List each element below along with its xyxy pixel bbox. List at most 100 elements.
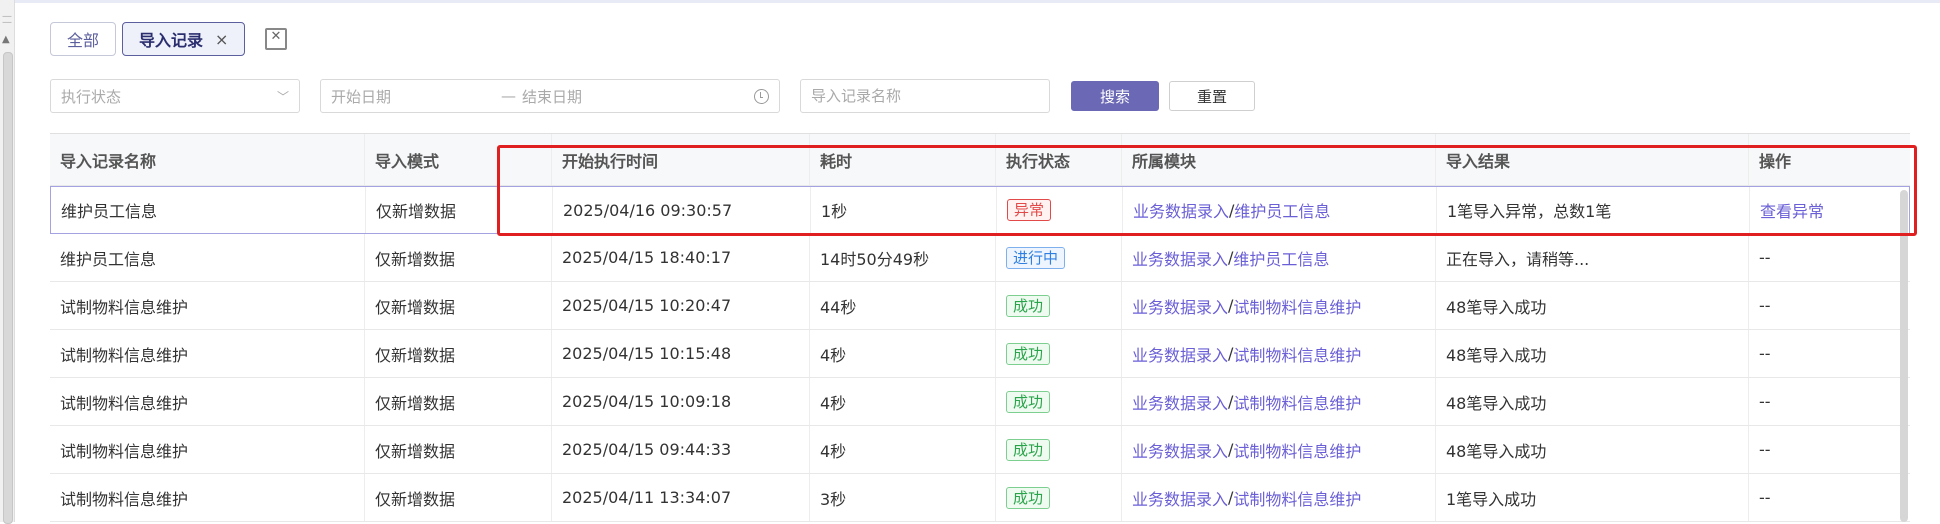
cell-status: 成功: [996, 378, 1122, 425]
start-date-placeholder[interactable]: 开始日期: [331, 86, 391, 107]
tab-all[interactable]: 全部: [50, 22, 117, 56]
cell-mode: 仅新增数据: [365, 426, 552, 473]
module-sub-link[interactable]: 维护员工信息: [1234, 198, 1330, 222]
module-sub-link[interactable]: 试制物料信息维护: [1233, 486, 1361, 510]
cell-status: 成功: [996, 282, 1122, 329]
cell-duration: 3秒: [810, 474, 996, 521]
module-sub-link[interactable]: 试制物料信息维护: [1233, 390, 1361, 414]
menu-lines-icon: — —: [2, 11, 12, 28]
cell-module: 业务数据录入 / 试制物料信息维护: [1122, 426, 1436, 473]
module-sub-link[interactable]: 试制物料信息维护: [1233, 438, 1361, 462]
status-badge: 成功: [1006, 438, 1051, 461]
header-status: 执行状态: [996, 134, 1122, 185]
header-duration: 耗时: [810, 134, 996, 185]
cell-mode: 仅新增数据: [365, 330, 552, 377]
scrollbar-thumb[interactable]: [3, 52, 13, 524]
status-badge: 异常: [1007, 199, 1052, 221]
close-all-tabs-icon[interactable]: [265, 28, 288, 50]
cell-result: 48笔导入成功: [1436, 426, 1749, 473]
cell-status: 成功: [996, 474, 1122, 521]
header-mode: 导入模式: [365, 134, 552, 185]
table-scrollbar[interactable]: [1900, 190, 1908, 522]
tab-import-records[interactable]: 导入记录 ×: [122, 22, 246, 56]
cell-module: 业务数据录入 / 试制物料信息维护: [1122, 474, 1436, 521]
cell-name: 试制物料信息维护: [50, 474, 365, 521]
status-badge: 成功: [1006, 294, 1051, 317]
cell-status: 异常: [997, 187, 1123, 233]
cell-name: 试制物料信息维护: [50, 282, 365, 329]
reset-button[interactable]: 重置: [1169, 81, 1255, 111]
table-header: 导入记录名称 导入模式 开始执行时间 耗时 执行状态 所属模块 导入结果 操作: [50, 134, 1910, 186]
cell-action: --: [1759, 440, 1771, 459]
cell-result: 48笔导入成功: [1436, 330, 1749, 377]
search-button[interactable]: 搜索: [1071, 81, 1159, 111]
cell-result: 48笔导入成功: [1436, 282, 1749, 329]
cell-start-time: 2025/04/15 10:09:18: [552, 378, 810, 425]
cell-mode: 仅新增数据: [365, 234, 552, 281]
header-module: 所属模块: [1122, 134, 1436, 185]
cell-start-time: 2025/04/15 10:15:48: [552, 330, 810, 377]
module-link[interactable]: 业务数据录入: [1132, 294, 1228, 318]
cell-duration: 4秒: [810, 426, 996, 473]
header-result: 导入结果: [1436, 134, 1749, 185]
cell-mode: 仅新增数据: [366, 187, 553, 233]
table-row[interactable]: 试制物料信息维护 仅新增数据 2025/04/15 09:44:33 4秒 成功…: [50, 426, 1910, 474]
status-badge: 成功: [1006, 342, 1051, 365]
table-row[interactable]: 维护员工信息 仅新增数据 2025/04/15 18:40:17 14时50分4…: [50, 234, 1910, 282]
cell-action: --: [1759, 392, 1771, 411]
table-row[interactable]: 试制物料信息维护 仅新增数据 2025/04/15 10:09:18 4秒 成功…: [50, 378, 1910, 426]
end-date-placeholder[interactable]: 结束日期: [522, 86, 582, 107]
table-row[interactable]: 试制物料信息维护 仅新增数据 2025/04/15 10:20:47 44秒 成…: [50, 282, 1910, 330]
cell-action: --: [1759, 296, 1771, 315]
cell-result: 1笔导入成功: [1436, 474, 1749, 521]
status-badge: 进行中: [1006, 246, 1066, 269]
cell-name: 试制物料信息维护: [50, 426, 365, 473]
cell-result: 正在导入，请稍等...: [1436, 234, 1749, 281]
cell-action: --: [1759, 248, 1771, 267]
cell-name: 试制物料信息维护: [50, 330, 365, 377]
cell-duration: 4秒: [810, 330, 996, 377]
tab-bar: 全部 导入记录 ×: [50, 22, 288, 56]
module-link[interactable]: 业务数据录入: [1132, 390, 1228, 414]
status-badge: 成功: [1006, 486, 1051, 509]
module-sub-link[interactable]: 试制物料信息维护: [1233, 294, 1361, 318]
status-badge: 成功: [1006, 390, 1051, 413]
close-icon[interactable]: ×: [215, 30, 228, 49]
module-sub-link[interactable]: 试制物料信息维护: [1233, 342, 1361, 366]
top-border: [0, 0, 1940, 3]
cell-module: 业务数据录入 / 维护员工信息: [1123, 187, 1437, 233]
module-link[interactable]: 业务数据录入: [1132, 342, 1228, 366]
clock-icon: [754, 88, 769, 104]
view-error-link[interactable]: 查看异常: [1760, 198, 1824, 222]
module-link[interactable]: 业务数据录入: [1132, 486, 1228, 510]
cell-name: 维护员工信息: [51, 187, 366, 233]
tab-all-label: 全部: [67, 31, 100, 50]
record-name-input[interactable]: [800, 79, 1050, 113]
cell-status: 成功: [996, 426, 1122, 473]
cell-start-time: 2025/04/16 09:30:57: [553, 187, 811, 233]
module-sub-link[interactable]: 维护员工信息: [1233, 246, 1329, 270]
cell-mode: 仅新增数据: [365, 282, 552, 329]
cell-start-time: 2025/04/15 10:20:47: [552, 282, 810, 329]
cell-action: --: [1759, 488, 1771, 507]
header-name: 导入记录名称: [50, 134, 365, 185]
left-scrollbar[interactable]: — — ▲: [0, 0, 15, 524]
table-row[interactable]: 维护员工信息 仅新增数据 2025/04/16 09:30:57 1秒 异常 业…: [50, 186, 1910, 234]
module-link[interactable]: 业务数据录入: [1133, 198, 1229, 222]
header-start-time: 开始执行时间: [552, 134, 810, 185]
cell-status: 成功: [996, 330, 1122, 377]
cell-status: 进行中: [996, 234, 1122, 281]
date-range-picker[interactable]: 开始日期 — 结束日期: [320, 79, 780, 113]
cell-module: 业务数据录入 / 试制物料信息维护: [1122, 330, 1436, 377]
module-link[interactable]: 业务数据录入: [1132, 438, 1228, 462]
cell-start-time: 2025/04/15 18:40:17: [552, 234, 810, 281]
chevron-down-icon: ﹀: [276, 89, 289, 104]
scroll-up-icon[interactable]: ▲: [2, 34, 10, 45]
table-row[interactable]: 试制物料信息维护 仅新增数据 2025/04/11 13:34:07 3秒 成功…: [50, 474, 1910, 522]
status-select[interactable]: 执行状态 ﹀: [50, 79, 300, 113]
cell-name: 试制物料信息维护: [50, 378, 365, 425]
cell-duration: 44秒: [810, 282, 996, 329]
module-link[interactable]: 业务数据录入: [1132, 246, 1228, 270]
table-row[interactable]: 试制物料信息维护 仅新增数据 2025/04/15 10:15:48 4秒 成功…: [50, 330, 1910, 378]
tab-import-records-label: 导入记录: [139, 31, 204, 50]
